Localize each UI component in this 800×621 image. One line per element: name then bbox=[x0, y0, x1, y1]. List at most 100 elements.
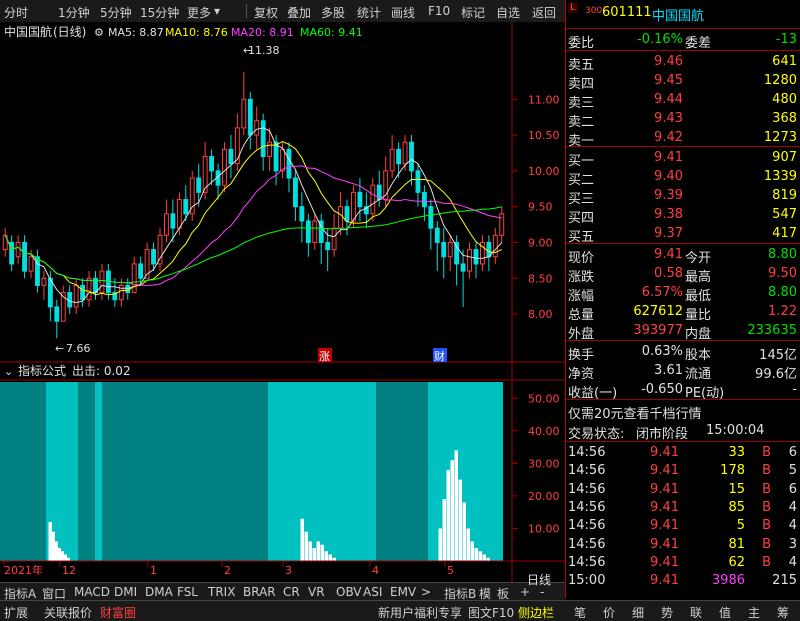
buy-row-4[interactable]: 买四 9.38 547 bbox=[566, 205, 800, 226]
indicator-tab-4[interactable]: DMA bbox=[145, 585, 173, 599]
trade-status-row: 交易状态: 闭市阶段 15:00:04 bbox=[568, 423, 765, 442]
tick-side: B bbox=[762, 518, 771, 534]
chevron-down-icon[interactable]: ▾ bbox=[214, 4, 220, 18]
status-view-btn-5[interactable]: 值 bbox=[719, 604, 731, 621]
sell-row-1[interactable]: 卖一 9.42 1273 bbox=[566, 128, 800, 149]
toolbar-btn-zixuan[interactable]: 自选 bbox=[496, 4, 520, 21]
indicator-spike bbox=[312, 547, 316, 561]
quote-panel: L 300 601111 中国国航 委比 -0.16% 委差 -13 仅需20元… bbox=[565, 0, 800, 598]
tick-time: 14:56 bbox=[568, 536, 606, 552]
candle-body bbox=[228, 148, 234, 165]
indicator-tab-3[interactable]: DMI bbox=[114, 585, 137, 599]
tick-count: 3 bbox=[788, 536, 797, 552]
toolbar-btn-tongji[interactable]: 统计 bbox=[357, 4, 381, 21]
sell-row-5[interactable]: 卖五 9.46 641 bbox=[566, 52, 800, 73]
sell-row-3[interactable]: 卖三 9.44 480 bbox=[566, 90, 800, 111]
indicator-tick-label: 20.00 bbox=[528, 490, 560, 503]
candle-body bbox=[273, 141, 279, 172]
toolbar-btn-fanhui[interactable]: 返回 bbox=[532, 4, 556, 21]
status-btn-new-user[interactable]: 新用户福利专享 bbox=[378, 604, 462, 621]
indicator-tab-8[interactable]: CR bbox=[283, 585, 300, 599]
price-tick-label: 8.50 bbox=[528, 272, 553, 285]
candle-body bbox=[209, 156, 215, 172]
price-tick-label: 10.50 bbox=[528, 129, 560, 142]
indicator-tab-9[interactable]: VR bbox=[308, 585, 325, 599]
promo-row[interactable]: 仅需20元查看千档行情 bbox=[566, 401, 800, 422]
indicator-tab-7[interactable]: BRAR bbox=[243, 585, 276, 599]
indicator-spike bbox=[316, 541, 320, 561]
order-volume: 417 bbox=[772, 226, 797, 241]
candle-body bbox=[460, 263, 466, 272]
indicator-spike bbox=[308, 541, 312, 561]
toolbar-btn-biaoji[interactable]: 标记 bbox=[461, 4, 485, 21]
candle-body bbox=[357, 191, 363, 208]
status-btn-related-quote[interactable]: 关联报价 bbox=[44, 604, 92, 621]
tick-volume: 33 bbox=[728, 445, 745, 460]
sell-row-2[interactable]: 卖二 9.43 368 bbox=[566, 109, 800, 130]
tick-row: 14:56 9.41 62 B 4 bbox=[566, 553, 800, 573]
indicator-tab-13[interactable]: > bbox=[421, 585, 431, 599]
candle-body bbox=[312, 220, 318, 243]
toolbar-btn-5min[interactable]: 5分钟 bbox=[100, 4, 132, 21]
kline-chart[interactable]: 8.00 8.50 9.00 9.50 10.00 10.50 11.00 10.00 20.… bbox=[0, 22, 565, 582]
indicator-spike bbox=[474, 547, 478, 561]
candle-body bbox=[434, 227, 440, 243]
candle-body bbox=[15, 241, 21, 258]
status-btn-fortune-circle[interactable]: 财富圈 bbox=[100, 604, 136, 621]
indicator-band bbox=[268, 382, 296, 561]
sell-row-4[interactable]: 卖四 9.45 1280 bbox=[566, 71, 800, 92]
buy-row-3[interactable]: 买三 9.39 819 bbox=[566, 186, 800, 207]
tick-count: 5 bbox=[788, 463, 797, 479]
indicator-tab-19[interactable]: 日线 bbox=[527, 571, 551, 588]
status-btn-extend[interactable]: 扩展 bbox=[4, 604, 28, 621]
buy-row-5[interactable]: 买五 9.37 417 bbox=[566, 224, 800, 245]
toolbar-btn-fenshi[interactable]: 分时 bbox=[4, 4, 28, 21]
status-btn-f10[interactable]: 图文F10 bbox=[468, 604, 514, 621]
indicator-tab-6[interactable]: TRIX bbox=[208, 585, 235, 599]
buy-row-2[interactable]: 买二 9.40 1339 bbox=[566, 167, 800, 188]
indicator-tab-10[interactable]: OBV bbox=[336, 585, 362, 599]
indicator-tab-12[interactable]: EMV bbox=[390, 585, 416, 599]
order-label: 卖一 bbox=[568, 134, 595, 149]
indicator-menu-icon[interactable]: ⌄ bbox=[4, 365, 13, 378]
toolbar-btn-1min[interactable]: 1分钟 bbox=[58, 4, 90, 21]
toolbar-btn-f10[interactable]: F10 bbox=[428, 4, 450, 18]
candle-body bbox=[441, 241, 447, 258]
indicator-spike bbox=[450, 460, 454, 561]
status-view-btn-6[interactable]: 主 bbox=[748, 604, 760, 621]
order-price: 9.37 bbox=[654, 226, 683, 241]
candle-body bbox=[370, 184, 376, 215]
toolbar-btn-more[interactable]: 更多 bbox=[187, 4, 211, 21]
settings-icon[interactable]: ⚙ bbox=[94, 26, 104, 39]
tick-side: B bbox=[762, 554, 771, 570]
status-btn-sidebar[interactable]: 侧边栏 bbox=[518, 604, 554, 621]
finance-marker[interactable]: 财 bbox=[434, 349, 445, 363]
indicator-tab-2[interactable]: MACD bbox=[74, 585, 110, 599]
toolbar-btn-diejia[interactable]: 叠加 bbox=[287, 4, 311, 21]
candle-body bbox=[41, 277, 47, 286]
status-view-btn-1[interactable]: 价 bbox=[603, 604, 615, 621]
toolbar-btn-fuquan[interactable]: 复权 bbox=[254, 4, 278, 21]
limit-up-marker[interactable]: 涨 bbox=[319, 350, 330, 363]
status-view-btn-7[interactable]: 筹 bbox=[777, 604, 789, 621]
indicator-tab-11[interactable]: ASI bbox=[363, 585, 382, 599]
indicator-tab-5[interactable]: FSL bbox=[177, 585, 198, 599]
status-view-btn-0[interactable]: 笔 bbox=[574, 604, 586, 621]
ma5-label: MA5: 8.87 bbox=[108, 26, 164, 39]
status-view-btn-3[interactable]: 势 bbox=[661, 604, 673, 621]
toolbar-btn-duogu[interactable]: 多股 bbox=[321, 4, 345, 21]
tick-time: 15:00 bbox=[568, 573, 606, 589]
tick-time: 14:56 bbox=[568, 445, 606, 460]
status-view-btn-4[interactable]: 联 bbox=[690, 604, 702, 621]
tick-row: 14:56 9.41 178 B 5 bbox=[566, 461, 800, 481]
status-view-btn-2[interactable]: 细 bbox=[632, 604, 644, 621]
toolbar-btn-15min[interactable]: 15分钟 bbox=[140, 4, 179, 21]
toolbar-btn-huaxian[interactable]: 画线 bbox=[391, 4, 415, 21]
buy-row-1[interactable]: 买一 9.41 907 bbox=[566, 148, 800, 169]
candle-body bbox=[164, 213, 169, 236]
stat-row: 收益(一) -0.650 PE(动) - bbox=[566, 380, 800, 401]
top-toolbar: 分时 1分钟 5分钟 15分钟 更多 ▾ 复权 叠加 多股 统计 画线 F10 … bbox=[0, 0, 565, 23]
order-price: 9.41 bbox=[654, 150, 683, 165]
indicator-formula-label[interactable]: 指标公式 bbox=[18, 363, 66, 378]
indicator-tick-label: 10.00 bbox=[528, 522, 560, 535]
